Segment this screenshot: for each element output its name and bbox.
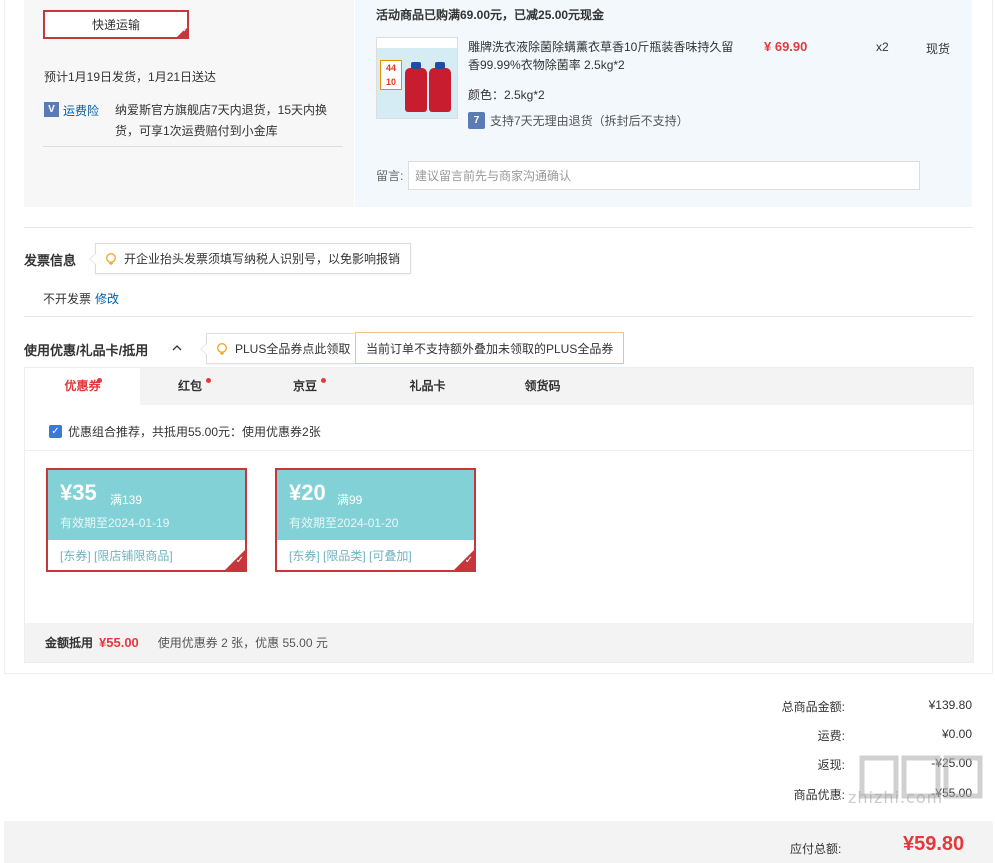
payable-label: 应付总额: <box>790 842 842 856</box>
coupon-total-bar: 金额抵用 ¥55.00 使用优惠券 2 张，优惠 55.00 元 <box>25 623 973 662</box>
selected-check-icon <box>454 550 474 570</box>
product-color: 颜色：2.5kg*2 <box>468 88 545 102</box>
summary-label: 返现: <box>817 758 845 772</box>
new-dot-icon <box>97 378 102 383</box>
promo-notice: 活动商品已购满69.00元，已减25.00元现金 <box>376 8 605 22</box>
new-dot-icon <box>206 378 211 383</box>
freight-insurance-link[interactable]: 运费险 <box>63 102 99 119</box>
delivery-method-label: 快递运输 <box>91 18 140 32</box>
checkbox-checked-icon[interactable]: ✓ <box>49 425 62 438</box>
watermark-text: zhizhi.com <box>848 788 944 807</box>
summary-label: 总商品金额: <box>781 700 845 714</box>
divider <box>24 227 973 228</box>
coupon-condition: 满99 <box>337 493 363 507</box>
coupon-header: ¥35 满139 有效期至2024-01-19 <box>48 470 245 540</box>
promo-badge-number: 44 <box>385 63 396 73</box>
bottle-icon <box>429 62 451 112</box>
coupon-total-desc: 使用优惠券 2 张，优惠 55.00 元 <box>157 636 328 650</box>
invoice-tip: 开企业抬头发票须填写纳税人识别号，以免影响报销 <box>88 243 412 274</box>
return-policy-icon: 7 <box>468 112 485 129</box>
coupon-amount: ¥20 <box>289 480 326 505</box>
selected-check-icon <box>225 550 245 570</box>
tab-label: 红包 <box>177 379 202 393</box>
coupon-total-label: 金额抵用 <box>45 636 94 650</box>
tab-label: 领货码 <box>524 379 561 393</box>
invoice-value: 不开发票 <box>43 292 92 306</box>
lightbulb-icon <box>105 252 117 265</box>
product-price: ¥ 69.90 <box>764 39 808 54</box>
divider <box>24 316 973 317</box>
summary-label: 商品优惠: <box>793 788 845 802</box>
summary-row: 总商品金额: ¥139.80 <box>690 698 972 718</box>
freight-insurance-desc: 纳爱斯官方旗舰店7天内退货，15天内换货，可享1次运费赔付到小金库 <box>115 103 328 138</box>
payable-bar <box>4 821 993 863</box>
coupon-total-amount: ¥55.00 <box>99 635 139 650</box>
invoice-title: 发票信息 <box>24 253 77 268</box>
coupon-header: ¥20 满99 有效期至2024-01-20 <box>277 470 474 540</box>
tab-label: 京豆 <box>292 379 317 393</box>
bottle-icon <box>405 62 427 112</box>
tab-jd-beans[interactable]: 京豆 <box>270 368 340 405</box>
message-label: 留言: <box>376 169 404 183</box>
delivery-method-button[interactable]: 快递运输 <box>43 10 189 39</box>
coupons-title[interactable]: 使用优惠/礼品卡/抵用 <box>24 340 148 359</box>
divider <box>25 450 973 451</box>
product-image[interactable]: 44 10 <box>376 37 458 119</box>
coupon-tabs: 优惠券 红包 京豆 礼品卡 领货码 <box>25 368 973 405</box>
coupon-card[interactable]: ¥20 满99 有效期至2024-01-20 [东券] [限品类] [可叠加] <box>275 468 476 572</box>
message-input[interactable] <box>408 161 920 190</box>
coupon-expiry: 有效期至2024-01-19 <box>60 516 170 530</box>
plus-coupon-tip[interactable]: PLUS全品券点此领取 <box>199 333 362 364</box>
tab-gift-card[interactable]: 礼品卡 <box>390 368 465 405</box>
shield-icon: V <box>44 102 59 117</box>
stock-status: 现货 <box>926 42 951 56</box>
coupon-amount: ¥35 <box>60 480 97 505</box>
coupon-expiry: 有效期至2024-01-20 <box>289 516 399 530</box>
divider <box>43 146 343 147</box>
return-policy: 支持7天无理由退货（拆封后不支持） <box>490 114 689 128</box>
promo-badge: 44 10 <box>380 60 402 90</box>
tab-label: 优惠券 <box>64 379 101 393</box>
plus-coupon-warning: 当前订单不支持额外叠加未领取的PLUS全品券 <box>355 332 625 364</box>
image-header <box>377 38 457 48</box>
summary-value: ¥0.00 <box>941 727 972 741</box>
product-qty: x2 <box>876 40 889 54</box>
tab-redeem-code[interactable]: 领货码 <box>505 368 580 405</box>
summary-value: ¥139.80 <box>928 698 972 712</box>
invoice-tip-text: 开企业抬头发票须填写纳税人识别号，以免影响报销 <box>124 252 401 266</box>
selected-check-icon <box>175 25 189 39</box>
coupon-tags: [东券] [限店铺限商品] <box>60 549 173 563</box>
coupon-card[interactable]: ¥35 满139 有效期至2024-01-19 [东券] [限店铺限商品] <box>46 468 247 572</box>
tab-coupons[interactable]: 优惠券 <box>25 368 140 405</box>
tab-red-packet[interactable]: 红包 <box>155 368 225 405</box>
summary-row: 运费: ¥0.00 <box>690 727 972 747</box>
summary-label: 运费: <box>817 729 845 743</box>
plus-coupon-tip-text: PLUS全品券点此领取 <box>235 342 351 356</box>
invoice-edit-link[interactable]: 修改 <box>95 290 119 307</box>
new-dot-icon <box>321 378 326 383</box>
product-name-link[interactable]: 雕牌洗衣液除菌除螨薰衣草香10斤瓶装香味持久留香99.99%衣物除菌率 2.5k… <box>468 38 738 74</box>
coupon-tags: [东券] [限品类] [可叠加] <box>289 549 412 563</box>
combo-recommend[interactable]: ✓ 优惠组合推荐，共抵用55.00元：使用优惠券2张 <box>49 423 321 440</box>
coupon-condition: 满139 <box>110 493 143 507</box>
payable-amount: ¥59.80 <box>903 833 965 855</box>
lightbulb-icon <box>216 342 228 355</box>
tab-label: 礼品卡 <box>409 379 446 393</box>
combo-text: 优惠组合推荐，共抵用55.00元：使用优惠券2张 <box>68 425 321 439</box>
promo-badge-sub: 10 <box>385 77 396 87</box>
coupon-panel: 优惠券 红包 京豆 礼品卡 领货码 ✓ 优惠组合推荐，共抵用55.00元：使用优… <box>24 367 974 663</box>
chevron-up-icon[interactable] <box>172 343 182 353</box>
delivery-eta: 预计1月19日发货，1月21日送达 <box>44 70 217 84</box>
